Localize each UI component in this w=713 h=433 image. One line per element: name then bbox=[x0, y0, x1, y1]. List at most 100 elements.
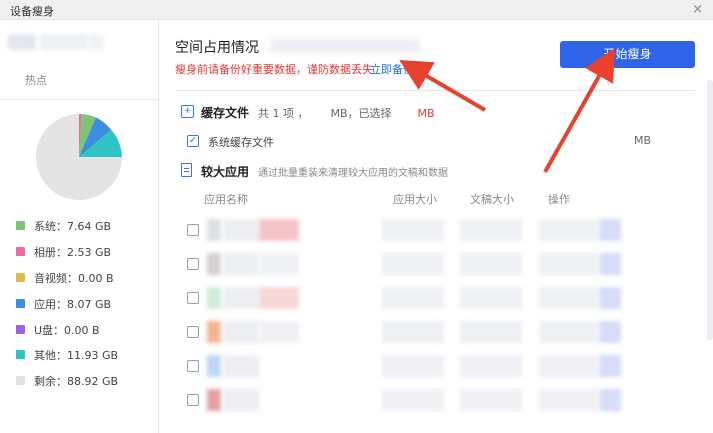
legend-dot bbox=[16, 324, 25, 334]
blurred-app-size bbox=[382, 321, 444, 343]
cache-summary: 共 1 项 ， MB，已选择 MB bbox=[258, 105, 435, 121]
legend-dot bbox=[16, 246, 25, 256]
blurred-device-name bbox=[8, 34, 36, 50]
cache-selected-label: MB，已选择 bbox=[330, 107, 392, 120]
legend-label: 系统：7.64 GB bbox=[34, 220, 112, 233]
cache-count: 共 1 项 ， bbox=[258, 107, 309, 120]
blurred-doc-size bbox=[460, 287, 522, 309]
blurred-app-name bbox=[223, 355, 259, 377]
blurred-action[interactable] bbox=[599, 253, 621, 275]
large-apps-description: 通过批量重装来清理较大应用的文稿和数据 bbox=[258, 168, 448, 179]
blurred-doc-size bbox=[460, 355, 522, 377]
blurred-action[interactable] bbox=[539, 287, 597, 309]
blurred-action[interactable] bbox=[539, 389, 597, 411]
blurred-app-icon bbox=[207, 219, 221, 241]
row-checkbox[interactable] bbox=[187, 292, 199, 304]
system-cache-size: MB bbox=[634, 134, 652, 147]
divider bbox=[175, 90, 695, 91]
blurred-app-name bbox=[223, 219, 259, 241]
column-header-action: 操作 bbox=[548, 193, 570, 206]
blurred-device-name bbox=[40, 34, 88, 50]
blurred-action[interactable] bbox=[599, 219, 621, 241]
main-panel: 空间占用情况 瘦身前请备份好重要数据，谨防数据丢失 立即备份 开始瘦身 + 缓存… bbox=[160, 20, 713, 433]
row-checkbox[interactable] bbox=[187, 326, 199, 338]
blurred-app-name bbox=[259, 219, 299, 241]
table-row[interactable] bbox=[187, 321, 707, 343]
cache-icon: + bbox=[181, 105, 194, 118]
blurred-app-name bbox=[223, 253, 259, 275]
document-icon bbox=[181, 163, 192, 177]
table-row[interactable] bbox=[187, 287, 707, 309]
legend-label: 剩余：88.92 GB bbox=[34, 375, 119, 389]
table-row[interactable] bbox=[187, 355, 707, 377]
blurred-app-icon bbox=[207, 253, 221, 275]
legend-label: 其他：11.93 GB bbox=[34, 349, 119, 363]
title-bar: 设备瘦身 × bbox=[0, 0, 713, 20]
storage-legend: 系统：7.64 GB 相册：2.53 GB 音视频：0.00 B 应用：8.07… bbox=[16, 218, 156, 399]
system-cache-label: 系统缓存文件 bbox=[208, 136, 274, 149]
blurred-device-name bbox=[88, 34, 104, 50]
row-checkbox[interactable] bbox=[187, 360, 199, 372]
divider bbox=[0, 99, 158, 100]
sidebar: 热点 系统：7.64 GB 相册：2.53 GB 音视频：0.00 B 应用：8… bbox=[0, 20, 159, 433]
cache-selected-size: MB bbox=[417, 107, 435, 120]
blurred-app-icon bbox=[207, 355, 221, 377]
blurred-app-size bbox=[382, 355, 444, 377]
blurred-action[interactable] bbox=[599, 321, 621, 343]
legend-item-photos: 相册：2.53 GB bbox=[16, 244, 156, 270]
close-icon[interactable]: × bbox=[692, 2, 703, 17]
blurred-app-name bbox=[259, 253, 299, 275]
legend-label: 应用：8.07 GB bbox=[34, 297, 112, 311]
column-header-doc-size: 文稿大小 bbox=[470, 193, 514, 206]
row-checkbox[interactable] bbox=[187, 394, 199, 406]
backup-warning: 瘦身前请备份好重要数据，谨防数据丢失 bbox=[175, 63, 373, 76]
row-checkbox[interactable] bbox=[187, 224, 199, 236]
legend-item-free: 剩余：88.92 GB bbox=[16, 373, 156, 399]
legend-label: U盘：0.00 B bbox=[34, 323, 100, 337]
blurred-app-icon bbox=[207, 389, 221, 411]
column-header-app-size: 应用大小 bbox=[393, 193, 437, 206]
blurred-app-name bbox=[259, 287, 299, 309]
table-row[interactable] bbox=[187, 219, 707, 241]
cache-section-title: 缓存文件 bbox=[201, 106, 250, 120]
legend-item-apps: 应用：8.07 GB bbox=[16, 296, 156, 322]
blurred-action[interactable] bbox=[539, 253, 597, 275]
legend-label: 音视频：0.00 B bbox=[34, 271, 114, 285]
scrollbar[interactable] bbox=[707, 80, 713, 340]
legend-dot bbox=[16, 298, 25, 308]
legend-item-media: 音视频：0.00 B bbox=[16, 270, 156, 296]
storage-pie-chart bbox=[34, 112, 124, 202]
page-title: 空间占用情况 bbox=[175, 40, 259, 56]
blurred-app-size bbox=[382, 219, 444, 241]
legend-item-usb: U盘：0.00 B bbox=[16, 322, 156, 348]
blurred-app-size bbox=[382, 287, 444, 309]
blurred-action[interactable] bbox=[599, 389, 621, 411]
blurred-app-size bbox=[382, 389, 444, 411]
legend-dot bbox=[16, 272, 25, 282]
blurred-doc-size bbox=[460, 321, 522, 343]
blurred-doc-size bbox=[460, 389, 522, 411]
blurred-app-size bbox=[382, 253, 444, 275]
blurred-doc-size bbox=[460, 219, 522, 241]
blurred-app-name bbox=[223, 287, 259, 309]
legend-label: 相册：2.53 GB bbox=[34, 245, 112, 259]
backup-now-link[interactable]: 立即备份 bbox=[370, 61, 414, 77]
column-header-app-name: 应用名称 bbox=[204, 193, 248, 206]
blurred-action[interactable] bbox=[539, 219, 597, 241]
blurred-app-name bbox=[223, 389, 259, 411]
blurred-action[interactable] bbox=[599, 355, 621, 377]
start-slim-button[interactable]: 开始瘦身 bbox=[560, 41, 695, 68]
table-row[interactable] bbox=[187, 389, 707, 411]
blurred-action[interactable] bbox=[539, 321, 597, 343]
legend-dot bbox=[16, 376, 25, 386]
large-apps-title: 较大应用 bbox=[201, 165, 250, 179]
blurred-doc-size bbox=[460, 253, 522, 275]
row-checkbox[interactable] bbox=[187, 258, 199, 270]
legend-item-other: 其他：11.93 GB bbox=[16, 347, 156, 373]
legend-item-system: 系统：7.64 GB bbox=[16, 218, 156, 244]
blurred-action[interactable] bbox=[599, 287, 621, 309]
table-row[interactable] bbox=[187, 253, 707, 275]
system-cache-checkbox[interactable]: ✓ bbox=[187, 135, 199, 147]
blurred-action[interactable] bbox=[539, 355, 597, 377]
legend-dot bbox=[16, 221, 25, 230]
